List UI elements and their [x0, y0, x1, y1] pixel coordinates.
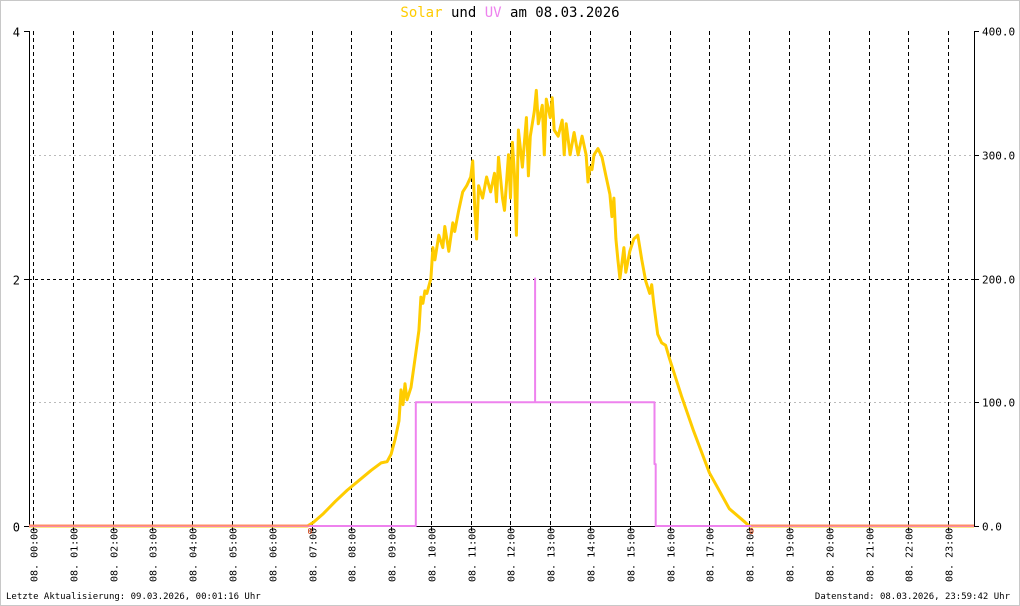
right-axis-tick-label: 100.0	[982, 397, 1015, 410]
x-tick-label: 08. 15:00	[627, 528, 638, 582]
x-tick-label: 08. 00:00	[30, 528, 41, 582]
x-tick-label: 08. 14:00	[587, 528, 598, 582]
left-axis-tick-label: 2	[13, 274, 20, 288]
left-axis-tick-label: 0	[13, 521, 20, 535]
left-axis-tick-label: 4	[13, 26, 20, 40]
x-tick-label: 08. 20:00	[826, 528, 837, 582]
x-tick-label: 08. 12:00	[507, 528, 518, 582]
right-axis-tick-label: 400.0	[982, 26, 1015, 39]
zero-marker-label: 0	[749, 527, 754, 536]
x-tick-label: 08. 08:00	[348, 528, 359, 582]
x-tick-label: 08. 06:00	[269, 528, 280, 582]
x-tick-label: 08. 03:00	[149, 528, 160, 582]
zero-marker-label: 0	[308, 527, 313, 536]
footer-data-status: Datenstand: 08.03.2026, 23:59:42 Uhr	[814, 592, 1010, 602]
x-tick-label: 08. 23:00	[945, 528, 956, 582]
x-tick-label: 08. 22:00	[905, 528, 916, 582]
x-tick-label: 08. 09:00	[388, 528, 399, 582]
right-axis-tick-label: 300.0	[982, 150, 1015, 163]
x-tick-label: 08. 05:00	[229, 528, 240, 582]
right-axis-tick-label: 200.0	[982, 274, 1015, 287]
x-tick-label: 08. 02:00	[110, 528, 121, 582]
x-tick-label: 08. 17:00	[706, 528, 717, 582]
x-tick-label: 08. 01:00	[70, 528, 81, 582]
x-tick-label: 08. 16:00	[667, 528, 678, 582]
x-tick-label: 08. 21:00	[866, 528, 877, 582]
right-axis-tick-label: 0.0	[982, 521, 1002, 534]
x-tick-label: 08. 10:00	[428, 528, 439, 582]
x-tick-label: 08. 11:00	[468, 528, 479, 582]
x-tick-label: 08. 13:00	[547, 528, 558, 582]
solar-uv-chart: 08. 00:00 08. 01:00 08. 02:00 08. 03:00 08. …	[13, 26, 1015, 583]
x-tick-label: 08. 19:00	[786, 528, 797, 582]
x-tick-label: 08. 04:00	[189, 528, 200, 582]
footer-last-update: Letzte Aktualisierung: 09.03.2026, 00:01…	[6, 592, 261, 602]
